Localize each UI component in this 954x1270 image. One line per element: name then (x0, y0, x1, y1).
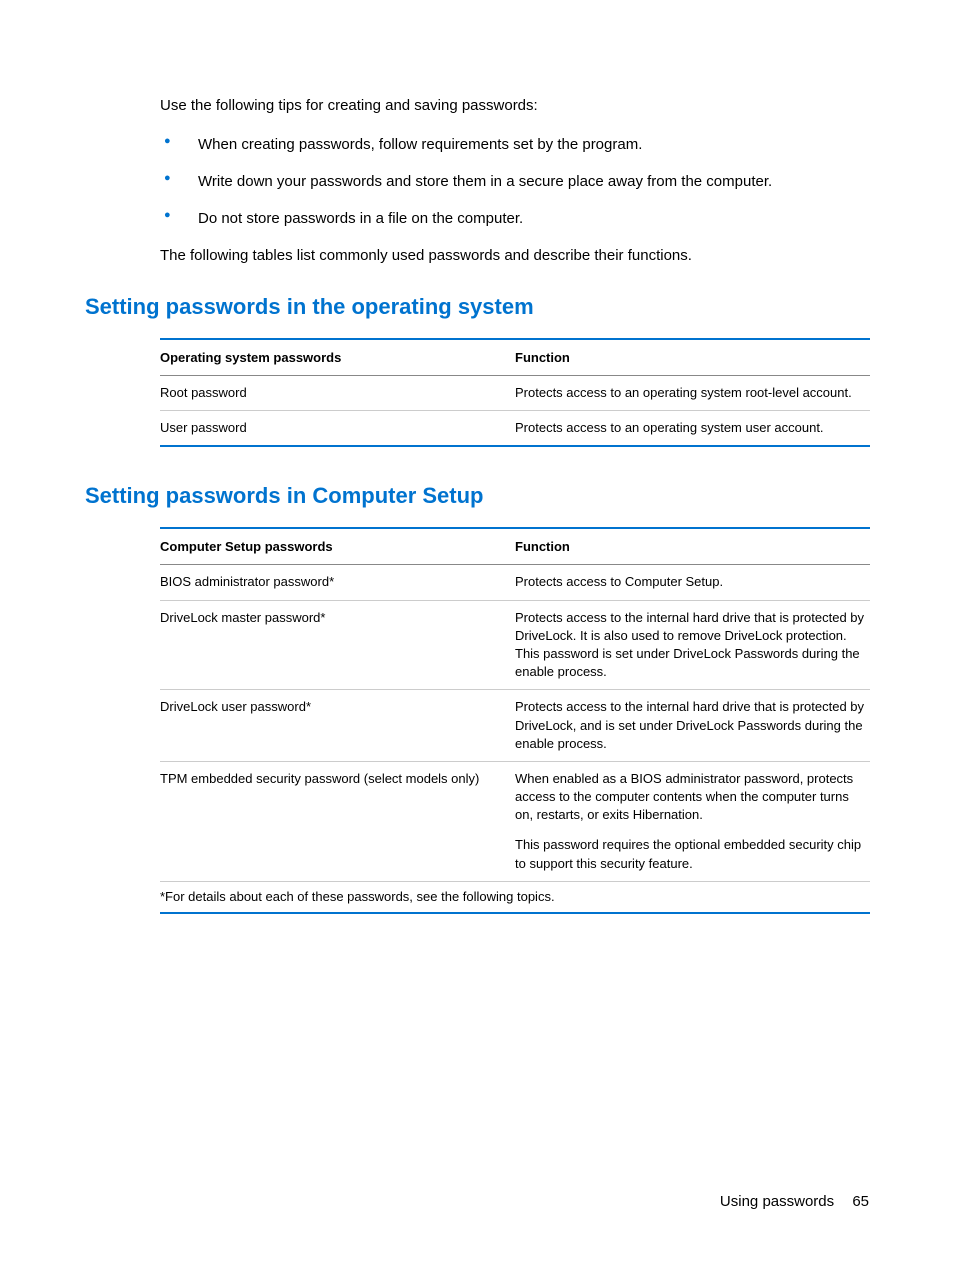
password-name: Root password (160, 376, 515, 411)
tips-list: When creating passwords, follow requirem… (160, 134, 869, 229)
function-paragraph: This password requires the optional embe… (515, 836, 864, 872)
page-footer: Using passwords 65 (720, 1193, 869, 1210)
intro-paragraph: Use the following tips for creating and … (160, 95, 869, 116)
function-paragraph: When enabled as a BIOS administrator pas… (515, 770, 864, 825)
table-header-function: Function (515, 528, 870, 565)
password-function: Protects access to the internal hard dri… (515, 600, 870, 690)
table-row: User password Protects access to an oper… (160, 411, 870, 447)
page-number: 65 (852, 1193, 869, 1210)
password-function: Protects access to Computer Setup. (515, 565, 870, 600)
table-row: TPM embedded security password (select m… (160, 761, 870, 881)
table-computer-setup-passwords: Computer Setup passwords Function BIOS a… (160, 527, 870, 914)
heading-computer-setup-passwords: Setting passwords in Computer Setup (85, 483, 869, 509)
table-header-function: Function (515, 339, 870, 376)
table-header-name: Operating system passwords (160, 339, 515, 376)
password-name: DriveLock user password* (160, 690, 515, 762)
section-os-passwords: Setting passwords in the operating syste… (85, 294, 869, 447)
password-name: User password (160, 411, 515, 447)
footer-section-label: Using passwords (720, 1193, 834, 1210)
section-computer-setup-passwords: Setting passwords in Computer Setup Comp… (85, 483, 869, 914)
table-row: DriveLock master password* Protects acce… (160, 600, 870, 690)
password-function: Protects access to an operating system r… (515, 376, 870, 411)
password-name: DriveLock master password* (160, 600, 515, 690)
table-header-row: Computer Setup passwords Function (160, 528, 870, 565)
tip-item: Do not store passwords in a file on the … (160, 208, 869, 229)
table-footnote-row: *For details about each of these passwor… (160, 881, 870, 913)
password-function: Protects access to the internal hard dri… (515, 690, 870, 762)
document-page: Use the following tips for creating and … (0, 0, 954, 914)
password-name: BIOS administrator password* (160, 565, 515, 600)
table-footnote: *For details about each of these passwor… (160, 881, 870, 913)
password-function: Protects access to an operating system u… (515, 411, 870, 447)
table-os-passwords: Operating system passwords Function Root… (160, 338, 870, 447)
tip-item: Write down your passwords and store them… (160, 171, 869, 192)
table-row: BIOS administrator password* Protects ac… (160, 565, 870, 600)
heading-os-passwords: Setting passwords in the operating syste… (85, 294, 869, 320)
tip-item: When creating passwords, follow requirem… (160, 134, 869, 155)
table-header-name: Computer Setup passwords (160, 528, 515, 565)
password-name: TPM embedded security password (select m… (160, 761, 515, 881)
password-function: When enabled as a BIOS administrator pas… (515, 761, 870, 881)
tables-intro-paragraph: The following tables list commonly used … (160, 245, 869, 266)
table-row: Root password Protects access to an oper… (160, 376, 870, 411)
table-header-row: Operating system passwords Function (160, 339, 870, 376)
table-row: DriveLock user password* Protects access… (160, 690, 870, 762)
